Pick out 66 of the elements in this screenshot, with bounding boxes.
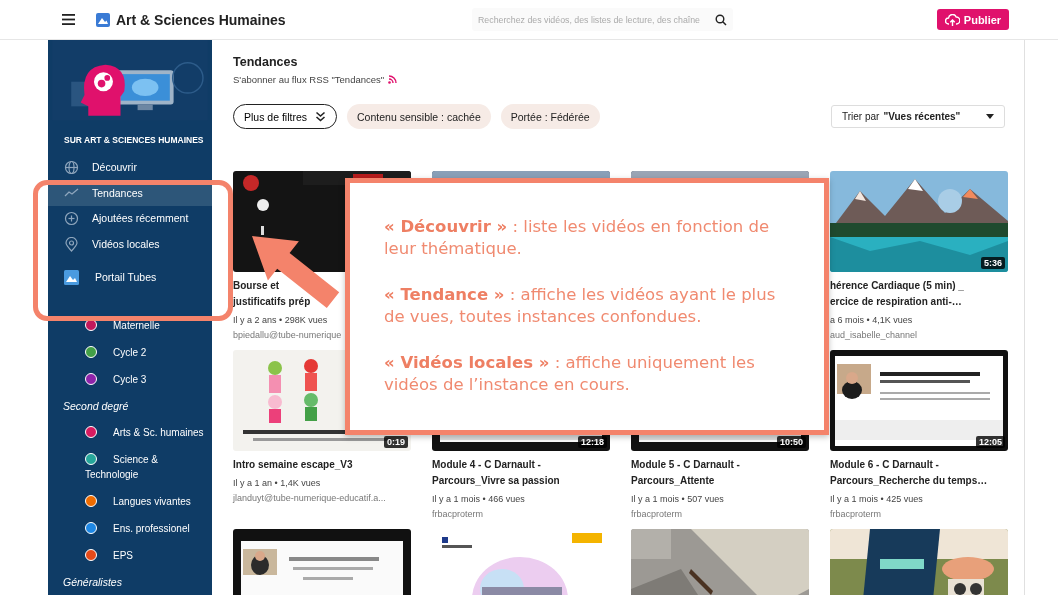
rss-icon[interactable]	[388, 74, 398, 84]
video-meta: a 6 mois • 4,1K vues	[830, 314, 913, 327]
callout-text: « Découvrir » : liste les vidéos en fonction de leur thématique.	[384, 216, 771, 260]
sidebar-item[interactable]: Portail Tubes	[48, 260, 212, 294]
duration-badge: 12:05	[975, 436, 1005, 448]
category-link[interactable]: Langues vivantes	[48, 488, 212, 515]
site-title: Art & Sciences Humaines	[116, 11, 286, 28]
category-link[interactable]: EPS	[48, 542, 212, 569]
video-meta: Il y a 2 ans • 298K vues	[233, 314, 328, 327]
channel-link[interactable]: jlanduyt@tube-numerique-educatif.a...	[233, 491, 386, 505]
filter-chip[interactable]: Contenu sensible : cachée	[347, 104, 491, 129]
channel-link[interactable]: frbacproterm	[432, 507, 484, 521]
video-title[interactable]: hérence Cardiaque (5 min) _	[830, 278, 964, 294]
channel-link[interactable]: bpiedallu@tube-numerique	[233, 328, 342, 342]
video-title[interactable]: Bourse et	[233, 278, 280, 294]
duration-badge: 0:19	[384, 436, 408, 448]
category-link[interactable]: Cycle 3	[48, 366, 212, 393]
category-link[interactable]: Ens. professionel	[48, 515, 212, 542]
sidebar-item[interactable]: Découvrir	[48, 154, 212, 181]
video-meta: Il y a 1 mois • 425 vues	[830, 493, 923, 506]
video-meta: Il y a 1 mois • 507 vues	[631, 493, 724, 506]
plus-circle-icon	[64, 210, 79, 226]
chevrons-down-icon	[315, 111, 327, 122]
video-title[interactable]: Module 6 - C Darnault -	[830, 457, 939, 473]
channel-link[interactable]: frbacproterm	[830, 507, 882, 521]
duration-badge: 12:18	[577, 436, 607, 448]
sidebar-heading: SUR ART & SCIENCES HUMAINES	[63, 133, 205, 147]
mountain-logo-icon	[64, 269, 79, 285]
caret-icon	[986, 114, 994, 119]
globe-icon	[64, 159, 79, 175]
location-pin-icon	[64, 236, 79, 252]
category-link[interactable]: Maternelle	[48, 312, 212, 339]
filters-button[interactable]: Plus de filtres	[233, 104, 338, 129]
upload-cloud-icon	[944, 13, 960, 26]
video-meta: Il y a 1 mois • 466 vues	[432, 493, 525, 506]
category-link[interactable]: Cycle 2	[48, 339, 212, 366]
video-title[interactable]: Parcours_Attente	[631, 473, 715, 489]
menu-icon[interactable]	[62, 14, 75, 25]
logo-icon	[96, 12, 110, 27]
video-title[interactable]: Module 4 - C Darnault -	[432, 457, 541, 473]
category-heading: Second degré	[62, 399, 130, 414]
category-link[interactable]: Science & Technologie	[48, 446, 212, 488]
video-title[interactable]: Parcours_Vivre sa passion	[432, 473, 560, 489]
video-title[interactable]: Intro semaine escape_V3	[233, 457, 353, 473]
video-meta: Il y a 1 an • 1,4K vues	[233, 477, 321, 490]
publish-button[interactable]: Publier	[937, 9, 1009, 30]
sidebar-item[interactable]: Ajoutées récemment	[48, 205, 212, 232]
filter-chip[interactable]: Portée : Fédérée	[500, 104, 600, 129]
video-title[interactable]: ercice de respiration anti-…	[830, 294, 962, 310]
category-heading: Généralistes	[62, 575, 123, 590]
duration-badge: 10:50	[776, 436, 806, 448]
sort-select[interactable]: Trier par "Vues récentes"	[831, 105, 1005, 128]
page-title: Tendances	[233, 54, 299, 70]
callout-text: « Vidéos locales » : affiche uniquement les vidéos de l’instance en cours.	[384, 352, 756, 396]
callout-text: « Tendance » : affiche les vidéos ayant le plus de vues, toutes instances confondues.	[384, 284, 777, 328]
search-icon[interactable]	[715, 13, 727, 26]
category-link[interactable]: Arts & Sc. humaines	[48, 419, 212, 446]
video-title[interactable]: justificatifs prép	[233, 294, 311, 310]
duration-badge: 5:36	[981, 257, 1005, 269]
sidebar-item[interactable]: Vidéos locales	[48, 231, 212, 257]
search-field[interactable]: Recherchez des vidéos, des listes de lecture, des chaîne	[472, 8, 733, 31]
channel-link[interactable]: aud_isabelle_channel	[830, 328, 918, 342]
channel-link[interactable]: frbacproterm	[631, 507, 683, 521]
rss-link[interactable]: S'abonner au flux RSS "Tendances"	[233, 73, 385, 85]
video-title[interactable]: Parcours_Recherche du temps…	[830, 473, 988, 489]
video-title[interactable]: Module 5 - C Darnault -	[631, 457, 740, 473]
